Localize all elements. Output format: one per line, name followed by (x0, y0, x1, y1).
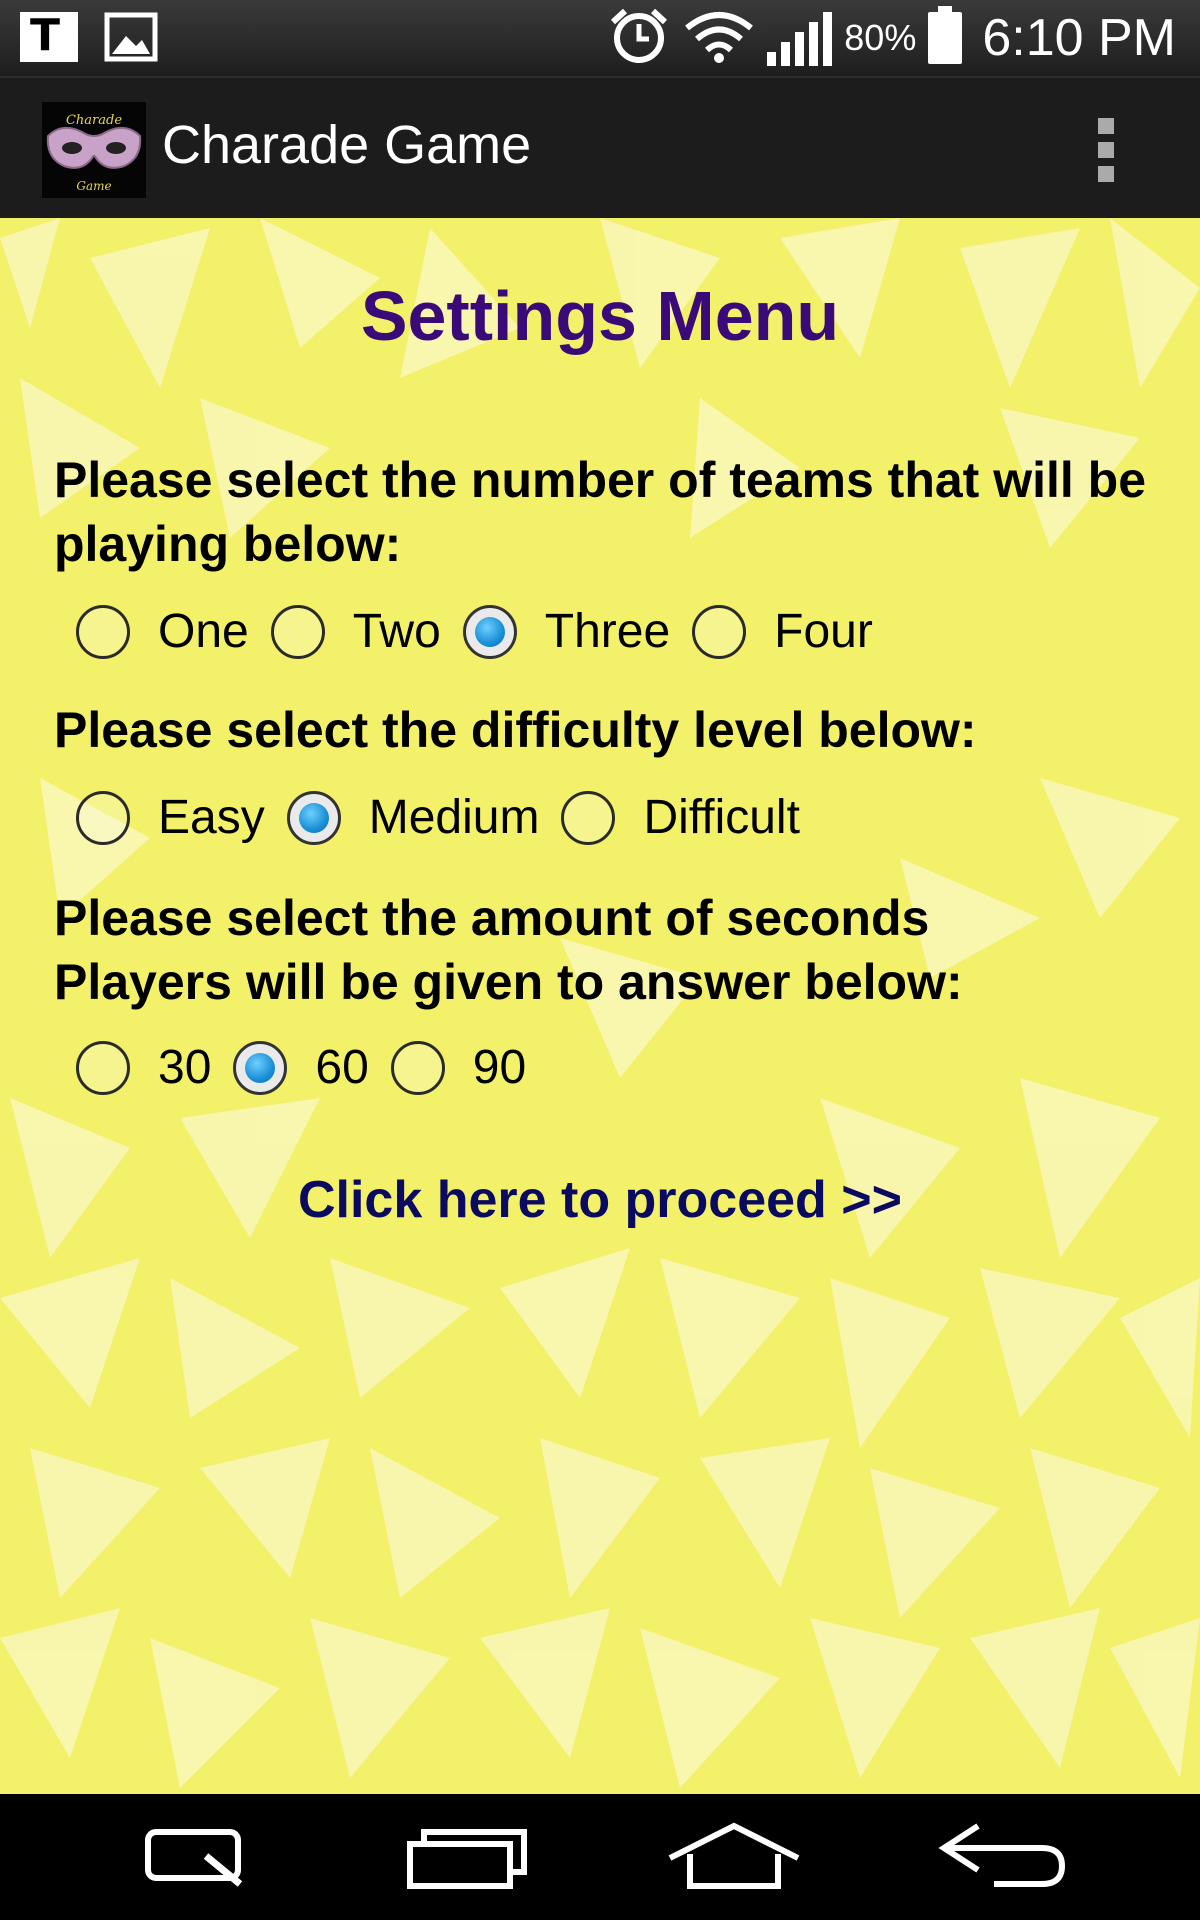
teams-question: Please select the number of teams that w… (54, 452, 1147, 572)
option-label: Easy (158, 791, 265, 844)
teams-option-one[interactable]: One (76, 604, 249, 659)
seconds-option-90[interactable]: 90 (390, 1040, 527, 1095)
battery-percent: 80% (844, 17, 917, 58)
radio-button[interactable] (76, 1040, 130, 1095)
radio-button[interactable] (561, 790, 616, 845)
option-label: Three (544, 605, 671, 658)
teams-radio-group: One Two Three Four (76, 604, 895, 659)
seconds-option-30[interactable]: 30 (76, 1040, 211, 1095)
svg-text:Charade: Charade (66, 113, 122, 128)
difficulty-radio-group: Easy Medium Difficult (76, 790, 822, 845)
radio-button[interactable] (76, 604, 130, 659)
option-label: Difficult (643, 791, 800, 844)
recent-apps-icon[interactable] (400, 1820, 540, 1894)
image-notification-icon (104, 12, 158, 67)
seconds-question: Please select the amount of seconds Play… (54, 890, 963, 1010)
battery-icon (928, 6, 963, 64)
option-label: Four (774, 605, 873, 658)
svg-text:Game: Game (76, 179, 111, 193)
wifi-icon (683, 8, 755, 69)
home-icon[interactable] (664, 1820, 804, 1894)
option-label: 30 (158, 1041, 212, 1094)
alarm-icon (607, 6, 671, 71)
option-label: Medium (368, 791, 540, 844)
teams-option-two[interactable]: Two (270, 604, 441, 659)
option-label: 90 (472, 1041, 527, 1094)
radio-button-selected[interactable] (233, 1040, 288, 1095)
seconds-option-60[interactable]: 60 (233, 1040, 369, 1095)
radio-button-selected[interactable] (462, 604, 517, 659)
option-label: Two (352, 605, 441, 658)
teams-option-four[interactable]: Four (692, 604, 873, 659)
app-logo-icon[interactable]: Charade Game (42, 102, 146, 198)
difficulty-option-easy[interactable]: Easy (76, 790, 265, 845)
settings-screen: Settings Menu Please select the number o… (0, 218, 1200, 1794)
difficulty-option-difficult[interactable]: Difficult (561, 790, 800, 845)
status-bar: T 80% 6:10 PM (0, 0, 1200, 76)
radio-button-selected[interactable] (286, 790, 341, 845)
t-notification-icon: T (20, 10, 78, 62)
difficulty-question: Please select the difficulty level below… (54, 702, 977, 758)
action-bar: Charade Game Charade Game (0, 76, 1200, 220)
radio-button[interactable] (76, 790, 130, 845)
option-label: One (158, 605, 249, 658)
teams-option-three[interactable]: Three (462, 604, 671, 659)
back-icon[interactable] (934, 1820, 1074, 1894)
seconds-radio-group: 30 60 90 (76, 1040, 548, 1095)
option-label: 60 (315, 1041, 369, 1094)
radio-button[interactable] (270, 604, 325, 659)
signal-icon (767, 10, 833, 66)
quick-memo-icon[interactable] (128, 1820, 268, 1894)
overflow-menu-icon[interactable] (1098, 118, 1114, 182)
radio-button[interactable] (692, 604, 747, 659)
clock-time: 6:10 PM (982, 9, 1176, 67)
app-title: Charade Game (162, 115, 532, 175)
navigation-bar (0, 1794, 1200, 1920)
proceed-link[interactable]: Click here to proceed >> (0, 1170, 1200, 1230)
radio-button[interactable] (390, 1040, 445, 1095)
settings-heading: Settings Menu (360, 277, 840, 355)
difficulty-option-medium[interactable]: Medium (286, 790, 540, 845)
